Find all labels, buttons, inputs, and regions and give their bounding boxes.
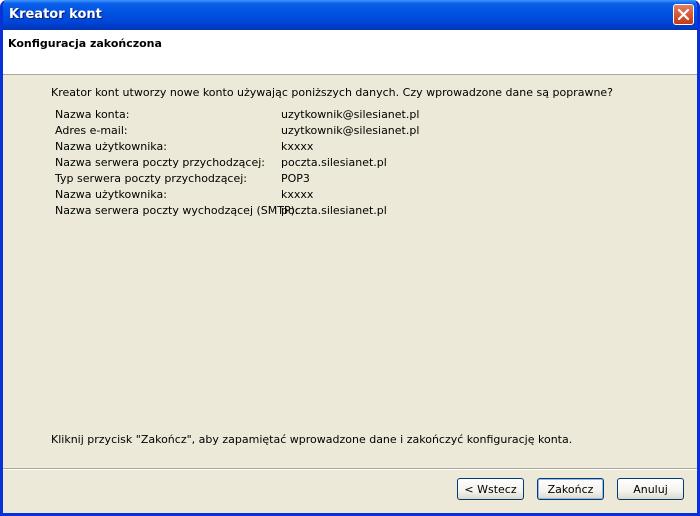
back-button[interactable]: < Wstecz: [457, 478, 524, 500]
wizard-header: Konfiguracja zakończona: [3, 30, 697, 75]
summary-value: poczta.silesianet.pl: [281, 156, 387, 169]
wizard-window: Kreator kont Konfiguracja zakończona Kre…: [0, 0, 700, 516]
summary-value: poczta.silesianet.pl: [281, 204, 387, 217]
summary-value: uzytkownik@silesianet.pl: [281, 108, 420, 121]
summary-label: Nazwa konta:: [55, 108, 130, 121]
intro-text: Kreator kont utworzy nowe konto używając…: [51, 86, 614, 99]
summary-label: Adres e-mail:: [55, 124, 128, 137]
finish-button[interactable]: Zakończ: [537, 478, 604, 500]
cancel-button[interactable]: Anuluj: [617, 478, 684, 500]
summary-value: POP3: [281, 172, 310, 185]
summary-label: Nazwa użytkownika:: [55, 140, 167, 153]
button-separator: [3, 468, 697, 470]
summary-label: Nazwa serwera poczty wychodzącej (SMTP):: [55, 204, 299, 217]
summary-label: Typ serwera poczty przychodzącej:: [55, 172, 248, 185]
close-icon: [678, 9, 689, 20]
close-button[interactable]: [673, 4, 694, 25]
footer-instruction: Kliknij przycisk "Zakończ", aby zapamięt…: [51, 433, 573, 446]
title-bar[interactable]: Kreator kont: [3, 0, 697, 30]
window-title: Kreator kont: [9, 7, 102, 22]
wizard-content: Kreator kont utworzy nowe konto używając…: [3, 75, 697, 471]
summary-value: kxxxx: [281, 140, 314, 153]
summary-value: uzytkownik@silesianet.pl: [281, 124, 420, 137]
summary-label: Nazwa użytkownika:: [55, 188, 167, 201]
summary-value: kxxxx: [281, 188, 314, 201]
page-title: Konfiguracja zakończona: [8, 37, 162, 50]
summary-label: Nazwa serwera poczty przychodzącej:: [55, 156, 265, 169]
